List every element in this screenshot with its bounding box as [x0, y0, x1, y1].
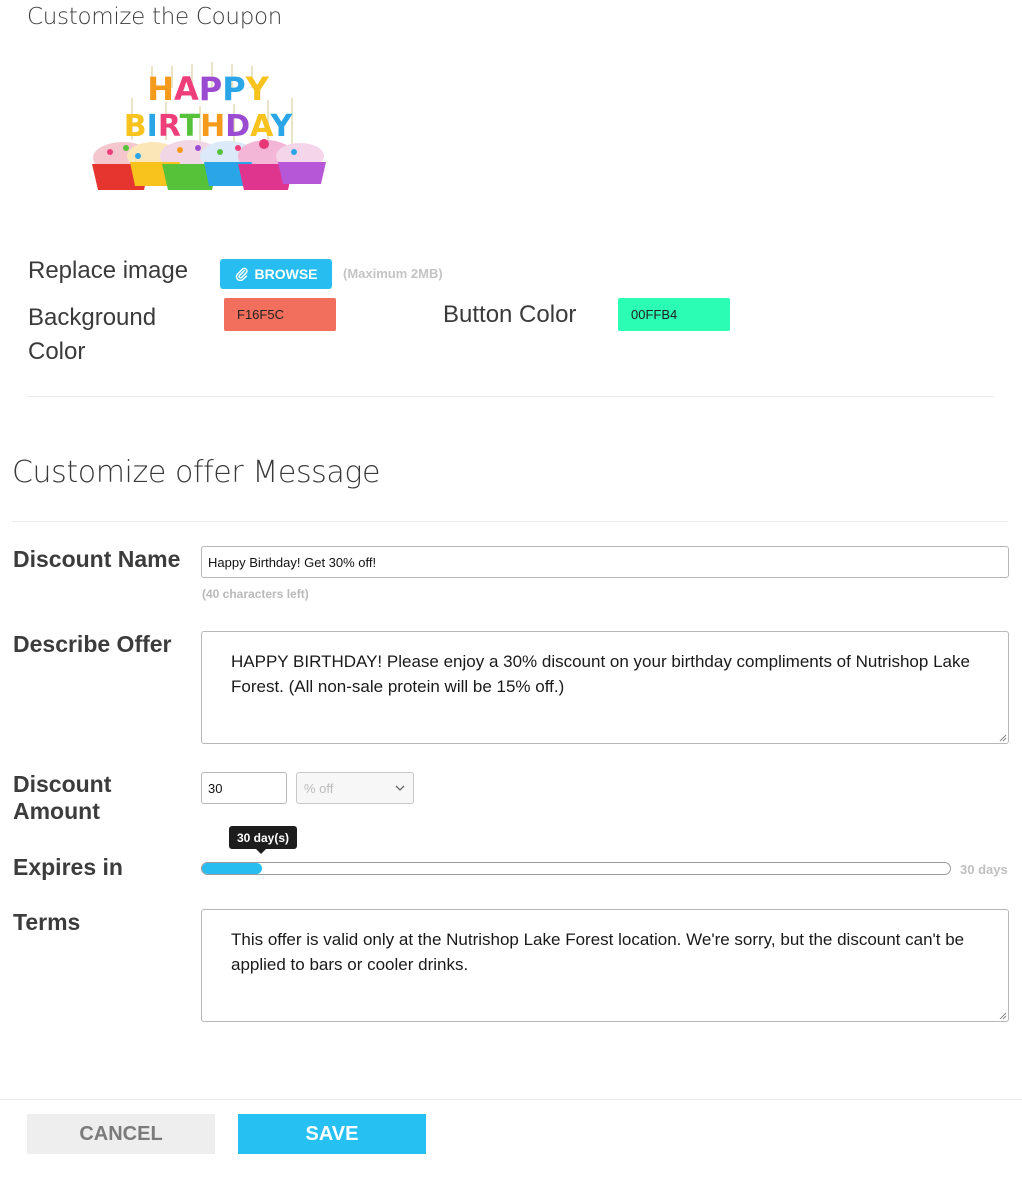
resize-grip-icon[interactable]	[999, 734, 1007, 742]
offer-divider	[12, 521, 1008, 522]
describe-offer-textarea[interactable]: HAPPY BIRTHDAY! Please enjoy a 30% disco…	[201, 631, 1009, 744]
resize-grip-icon[interactable]	[999, 1012, 1007, 1020]
expires-tooltip: 30 day(s)	[229, 826, 298, 849]
terms-textarea[interactable]: This offer is valid only at the Nutrisho…	[201, 909, 1009, 1022]
discount-unit-select[interactable]: % off	[296, 772, 414, 804]
expires-max-label: 30 days	[960, 862, 1008, 877]
save-button[interactable]: SAVE	[238, 1114, 426, 1154]
discount-name-label: Discount Name	[13, 546, 181, 572]
describe-offer-wrapper: HAPPY BIRTHDAY! Please enjoy a 30% disco…	[201, 631, 1009, 744]
max-size-note: (Maximum 2MB)	[343, 266, 443, 281]
browse-button[interactable]: BROWSE	[220, 259, 332, 289]
browse-label: BROWSE	[254, 266, 318, 282]
discount-amount-label: Discount Amount	[13, 771, 112, 824]
cancel-button[interactable]: CANCEL	[27, 1114, 215, 1154]
chevron-down-icon	[395, 785, 405, 791]
replace-image-label: Replace image	[28, 257, 189, 284]
expires-slider-track[interactable]	[201, 862, 951, 875]
section-divider	[27, 396, 994, 397]
happy-text: HAPPY	[147, 70, 269, 108]
terms-wrapper: This offer is valid only at the Nutrisho…	[201, 909, 1009, 1022]
coupon-title: Customize the Coupon	[27, 4, 283, 30]
discount-amount-input[interactable]	[201, 772, 287, 804]
birthday-text: BIRTHDAY	[124, 109, 294, 144]
footer-divider	[0, 1099, 1022, 1100]
button-color-picker[interactable]: 00FFB4	[618, 298, 730, 331]
expires-slider-fill[interactable]	[202, 863, 262, 874]
paperclip-icon	[235, 267, 248, 281]
button-color-label: Button Color	[443, 301, 577, 328]
describe-offer-label: Describe Offer	[13, 631, 172, 657]
tooltip-arrow	[256, 849, 266, 854]
characters-left-note: (40 characters left)	[202, 587, 309, 601]
discount-unit-value: % off	[304, 780, 334, 796]
offer-section-title: Customize offer Message	[12, 455, 381, 490]
discount-name-input[interactable]	[201, 546, 1009, 578]
background-color-picker[interactable]: F16F5C	[224, 298, 336, 331]
expires-in-label: Expires in	[13, 854, 123, 880]
terms-label: Terms	[13, 909, 81, 935]
background-color-label: Background Color	[28, 304, 157, 365]
coupon-image: HAPPY BIRTHDAY	[92, 62, 326, 190]
